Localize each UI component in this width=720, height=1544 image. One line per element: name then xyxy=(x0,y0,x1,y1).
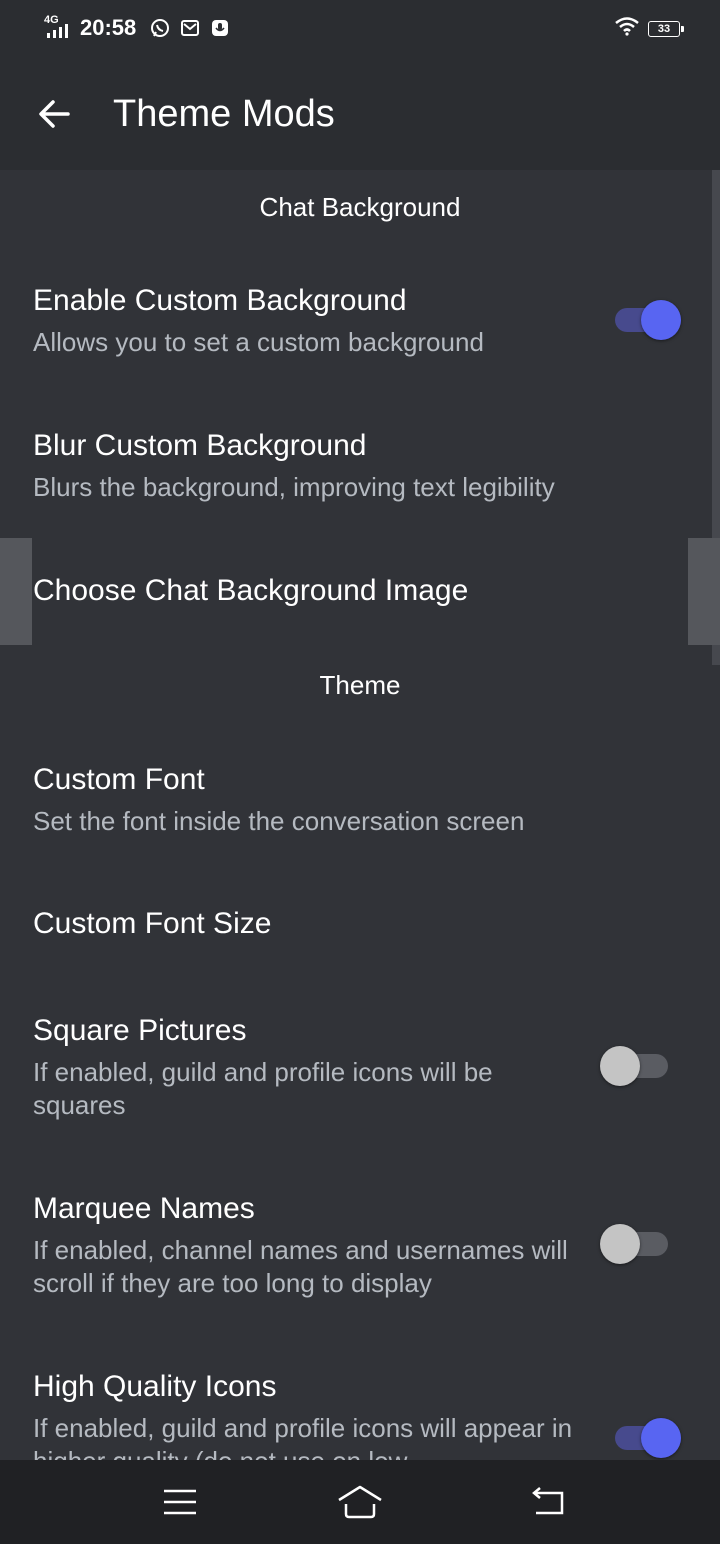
setting-subtitle: If enabled, channel names and usernames … xyxy=(33,1235,568,1298)
arrow-left-icon xyxy=(39,100,70,128)
setting-title: Blur Custom Background xyxy=(33,429,367,462)
whatsapp-icon xyxy=(150,18,170,38)
home-button[interactable] xyxy=(330,1478,390,1526)
setting-subtitle: If enabled, guild and profile icons will… xyxy=(33,1413,573,1460)
home-icon xyxy=(338,1485,382,1519)
system-back-button[interactable] xyxy=(518,1478,578,1526)
navigation-bar xyxy=(0,1460,720,1544)
setting-title: Choose Chat Background Image xyxy=(33,574,469,607)
setting-subtitle: Allows you to set a custom background xyxy=(33,327,484,357)
setting-blur-custom-background[interactable]: Blur Custom Background Blurs the backgro… xyxy=(0,415,720,533)
recent-apps-button[interactable] xyxy=(150,1478,210,1526)
battery-icon: 33 xyxy=(648,20,684,37)
high-quality-icons-toggle[interactable] xyxy=(615,1418,681,1458)
section-header-theme: Theme xyxy=(319,670,401,700)
voice-recorder-icon xyxy=(210,18,230,38)
settings-list[interactable]: Chat Background Enable Custom Background… xyxy=(0,170,720,1460)
gmail-icon xyxy=(180,18,200,38)
setting-subtitle: Set the font inside the conversation scr… xyxy=(33,806,525,836)
wifi-icon xyxy=(614,16,640,41)
cellular-signal-icon: 4G xyxy=(44,14,74,40)
back-button[interactable] xyxy=(30,90,78,138)
status-time: 20:58 xyxy=(80,15,137,40)
setting-square-pictures[interactable]: Square Pictures If enabled, guild and pr… xyxy=(0,1000,720,1130)
setting-enable-custom-background[interactable]: Enable Custom Background Allows you to s… xyxy=(0,270,720,388)
network-type: 4G xyxy=(44,14,59,26)
toggle-thumb xyxy=(641,300,681,340)
setting-subtitle: If enabled, guild and profile icons will… xyxy=(33,1057,493,1120)
setting-title: Enable Custom Background xyxy=(33,284,407,317)
marquee-names-toggle[interactable] xyxy=(600,1224,668,1264)
square-pictures-toggle[interactable] xyxy=(600,1046,668,1086)
setting-title: Square Pictures xyxy=(33,1014,247,1047)
enable-custom-background-toggle[interactable] xyxy=(615,300,681,340)
section-header-chat-background: Chat Background xyxy=(259,192,461,222)
setting-marquee-names[interactable]: Marquee Names If enabled, channel names … xyxy=(0,1178,720,1308)
toggle-thumb xyxy=(600,1046,640,1086)
page-title: Theme Mods xyxy=(113,93,335,135)
toggle-thumb xyxy=(600,1224,640,1264)
app-bar: Theme Mods xyxy=(0,56,720,170)
toggle-thumb xyxy=(641,1418,681,1458)
setting-custom-font-size[interactable]: Custom Font Size xyxy=(0,880,720,980)
setting-custom-font[interactable]: Custom Font Set the font inside the conv… xyxy=(0,747,720,865)
back-icon xyxy=(532,1487,564,1515)
battery-level: 33 xyxy=(657,22,671,35)
status-bar: 4G 20:58 33 xyxy=(0,0,720,56)
menu-icon xyxy=(164,1489,196,1515)
setting-high-quality-icons[interactable]: High Quality Icons If enabled, guild and… xyxy=(0,1356,720,1460)
setting-title: Custom Font Size xyxy=(33,907,272,940)
setting-subtitle: Blurs the background, improving text leg… xyxy=(33,472,555,502)
setting-title: Custom Font xyxy=(33,763,205,796)
setting-title: Marquee Names xyxy=(33,1192,255,1225)
setting-choose-chat-background-image[interactable]: Choose Chat Background Image xyxy=(0,538,720,645)
setting-title: High Quality Icons xyxy=(33,1370,277,1403)
